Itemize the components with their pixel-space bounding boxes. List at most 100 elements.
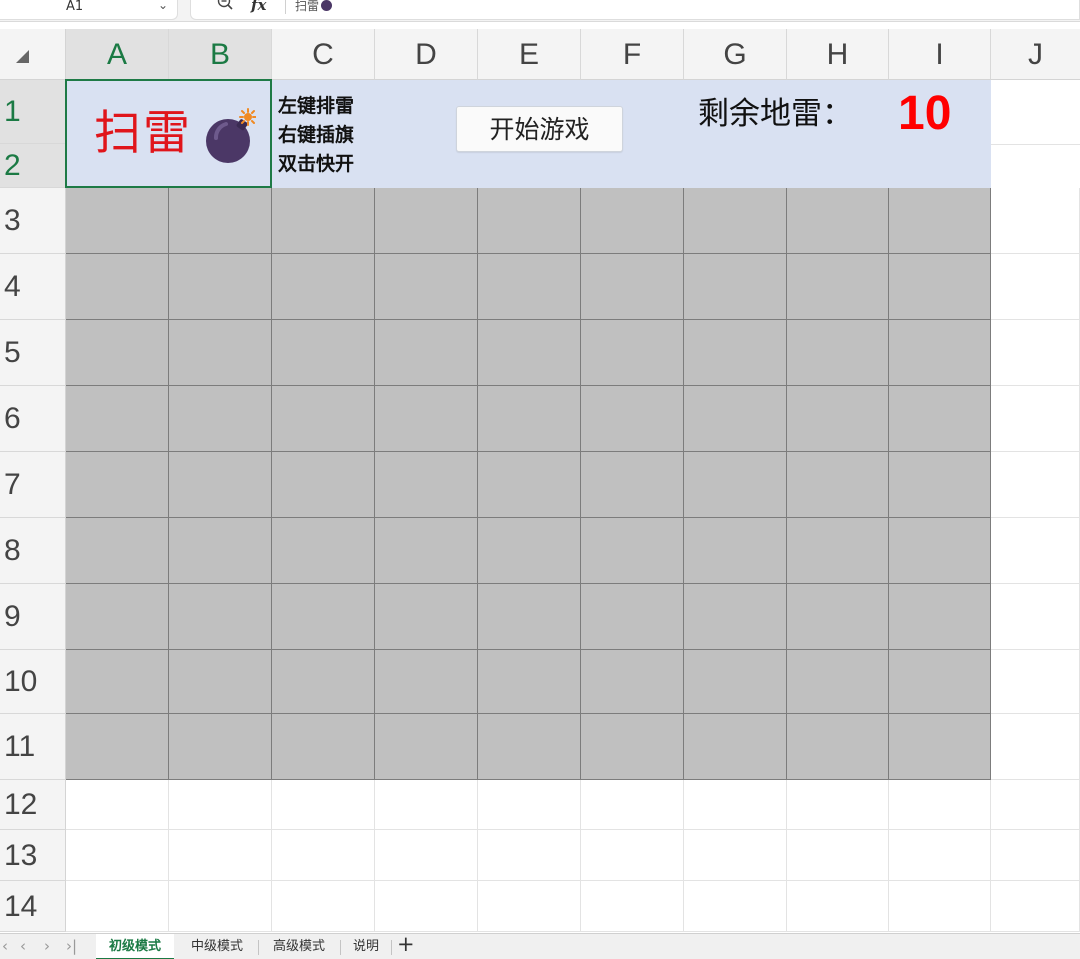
- chevron-down-icon[interactable]: ⌄: [158, 0, 168, 12]
- mine-cell[interactable]: [684, 386, 787, 452]
- cell[interactable]: [581, 780, 684, 830]
- cell[interactable]: [581, 830, 684, 881]
- mine-cell[interactable]: [66, 714, 169, 780]
- mine-cell[interactable]: [581, 320, 684, 386]
- mine-cell[interactable]: [889, 320, 991, 386]
- mine-cell[interactable]: [169, 518, 272, 584]
- row-header-6[interactable]: 6: [0, 386, 66, 452]
- mine-cell[interactable]: [684, 452, 787, 518]
- mine-cell[interactable]: [787, 254, 889, 320]
- column-header-c[interactable]: C: [272, 29, 375, 80]
- mine-cell[interactable]: [169, 584, 272, 650]
- row-header-4[interactable]: 4: [0, 254, 66, 320]
- mine-cell[interactable]: [169, 714, 272, 780]
- next-sheet-icon[interactable]: ›: [44, 937, 50, 955]
- cell[interactable]: [66, 780, 169, 830]
- mine-cell[interactable]: [478, 254, 581, 320]
- cell[interactable]: [889, 780, 991, 830]
- mine-cell[interactable]: [478, 584, 581, 650]
- row-header-9[interactable]: 9: [0, 584, 66, 650]
- mine-cell[interactable]: [478, 320, 581, 386]
- tab-intermediate[interactable]: 中级模式: [178, 934, 256, 959]
- mine-cell[interactable]: [684, 714, 787, 780]
- mine-cell[interactable]: [889, 650, 991, 714]
- mine-cell[interactable]: [169, 452, 272, 518]
- mine-cell[interactable]: [787, 584, 889, 650]
- fx-icon[interactable]: fx: [251, 0, 266, 14]
- mine-cell[interactable]: [889, 188, 991, 254]
- mine-cell[interactable]: [787, 650, 889, 714]
- mine-cell[interactable]: [478, 452, 581, 518]
- mine-cell[interactable]: [889, 254, 991, 320]
- mine-cell[interactable]: [375, 584, 478, 650]
- mine-cell[interactable]: [66, 650, 169, 714]
- mine-cell[interactable]: [478, 386, 581, 452]
- mine-cell[interactable]: [684, 320, 787, 386]
- name-box[interactable]: A1 ⌄: [0, 0, 178, 20]
- mine-cell[interactable]: [272, 188, 375, 254]
- mine-cell[interactable]: [375, 452, 478, 518]
- cell[interactable]: [889, 830, 991, 881]
- cell[interactable]: [787, 830, 889, 881]
- mine-cell[interactable]: [169, 320, 272, 386]
- mine-cell[interactable]: [787, 386, 889, 452]
- row-header-3[interactable]: 3: [0, 188, 66, 254]
- cell[interactable]: [375, 780, 478, 830]
- mine-cell[interactable]: [375, 386, 478, 452]
- cell[interactable]: [991, 650, 1080, 714]
- mine-cell[interactable]: [169, 386, 272, 452]
- mine-cell[interactable]: [272, 386, 375, 452]
- cell[interactable]: [787, 881, 889, 932]
- column-header-b[interactable]: B: [169, 29, 272, 80]
- mine-cell[interactable]: [889, 518, 991, 584]
- mine-cell[interactable]: [581, 254, 684, 320]
- zoom-out-icon[interactable]: [217, 0, 233, 10]
- mine-cell[interactable]: [787, 188, 889, 254]
- cell[interactable]: [478, 881, 581, 932]
- mine-cell[interactable]: [375, 714, 478, 780]
- cell[interactable]: [991, 714, 1080, 780]
- cell[interactable]: [991, 881, 1080, 932]
- cell[interactable]: [169, 881, 272, 932]
- mine-cell[interactable]: [169, 188, 272, 254]
- column-header-d[interactable]: D: [375, 29, 478, 80]
- mine-cell[interactable]: [787, 320, 889, 386]
- column-header-h[interactable]: H: [787, 29, 889, 80]
- row-header-13[interactable]: 13: [0, 830, 66, 881]
- last-sheet-icon[interactable]: ›|: [66, 937, 77, 955]
- mine-cell[interactable]: [375, 254, 478, 320]
- mine-cell[interactable]: [169, 650, 272, 714]
- row-header-8[interactable]: 8: [0, 518, 66, 584]
- mine-cell[interactable]: [478, 650, 581, 714]
- mine-cell[interactable]: [684, 518, 787, 584]
- formula-input[interactable]: fx 扫雷: [190, 0, 1080, 20]
- tab-instructions[interactable]: 说明: [342, 934, 390, 959]
- row-header-1[interactable]: 1: [0, 80, 66, 144]
- first-sheet-icon[interactable]: ‹: [2, 937, 8, 955]
- mine-cell[interactable]: [787, 452, 889, 518]
- cell[interactable]: [478, 830, 581, 881]
- row-header-14[interactable]: 14: [0, 881, 66, 932]
- cell[interactable]: [272, 830, 375, 881]
- cell[interactable]: [169, 830, 272, 881]
- row-header-10[interactable]: 10: [0, 650, 66, 714]
- mine-cell[interactable]: [66, 518, 169, 584]
- mine-cell[interactable]: [375, 188, 478, 254]
- prev-sheet-icon[interactable]: ‹: [20, 937, 26, 955]
- row-header-5[interactable]: 5: [0, 320, 66, 386]
- column-header-a[interactable]: A: [66, 29, 169, 80]
- column-header-g[interactable]: G: [684, 29, 787, 80]
- mine-cell[interactable]: [272, 452, 375, 518]
- cell[interactable]: [169, 780, 272, 830]
- mine-cell[interactable]: [272, 320, 375, 386]
- cell[interactable]: [991, 320, 1080, 386]
- cell[interactable]: [684, 881, 787, 932]
- mine-cell[interactable]: [889, 386, 991, 452]
- mine-cell[interactable]: [581, 714, 684, 780]
- mine-cell[interactable]: [66, 188, 169, 254]
- cell[interactable]: [684, 830, 787, 881]
- cell[interactable]: [991, 830, 1080, 881]
- tab-advanced[interactable]: 高级模式: [260, 934, 338, 959]
- column-header-j[interactable]: J: [991, 29, 1080, 80]
- mine-cell[interactable]: [478, 518, 581, 584]
